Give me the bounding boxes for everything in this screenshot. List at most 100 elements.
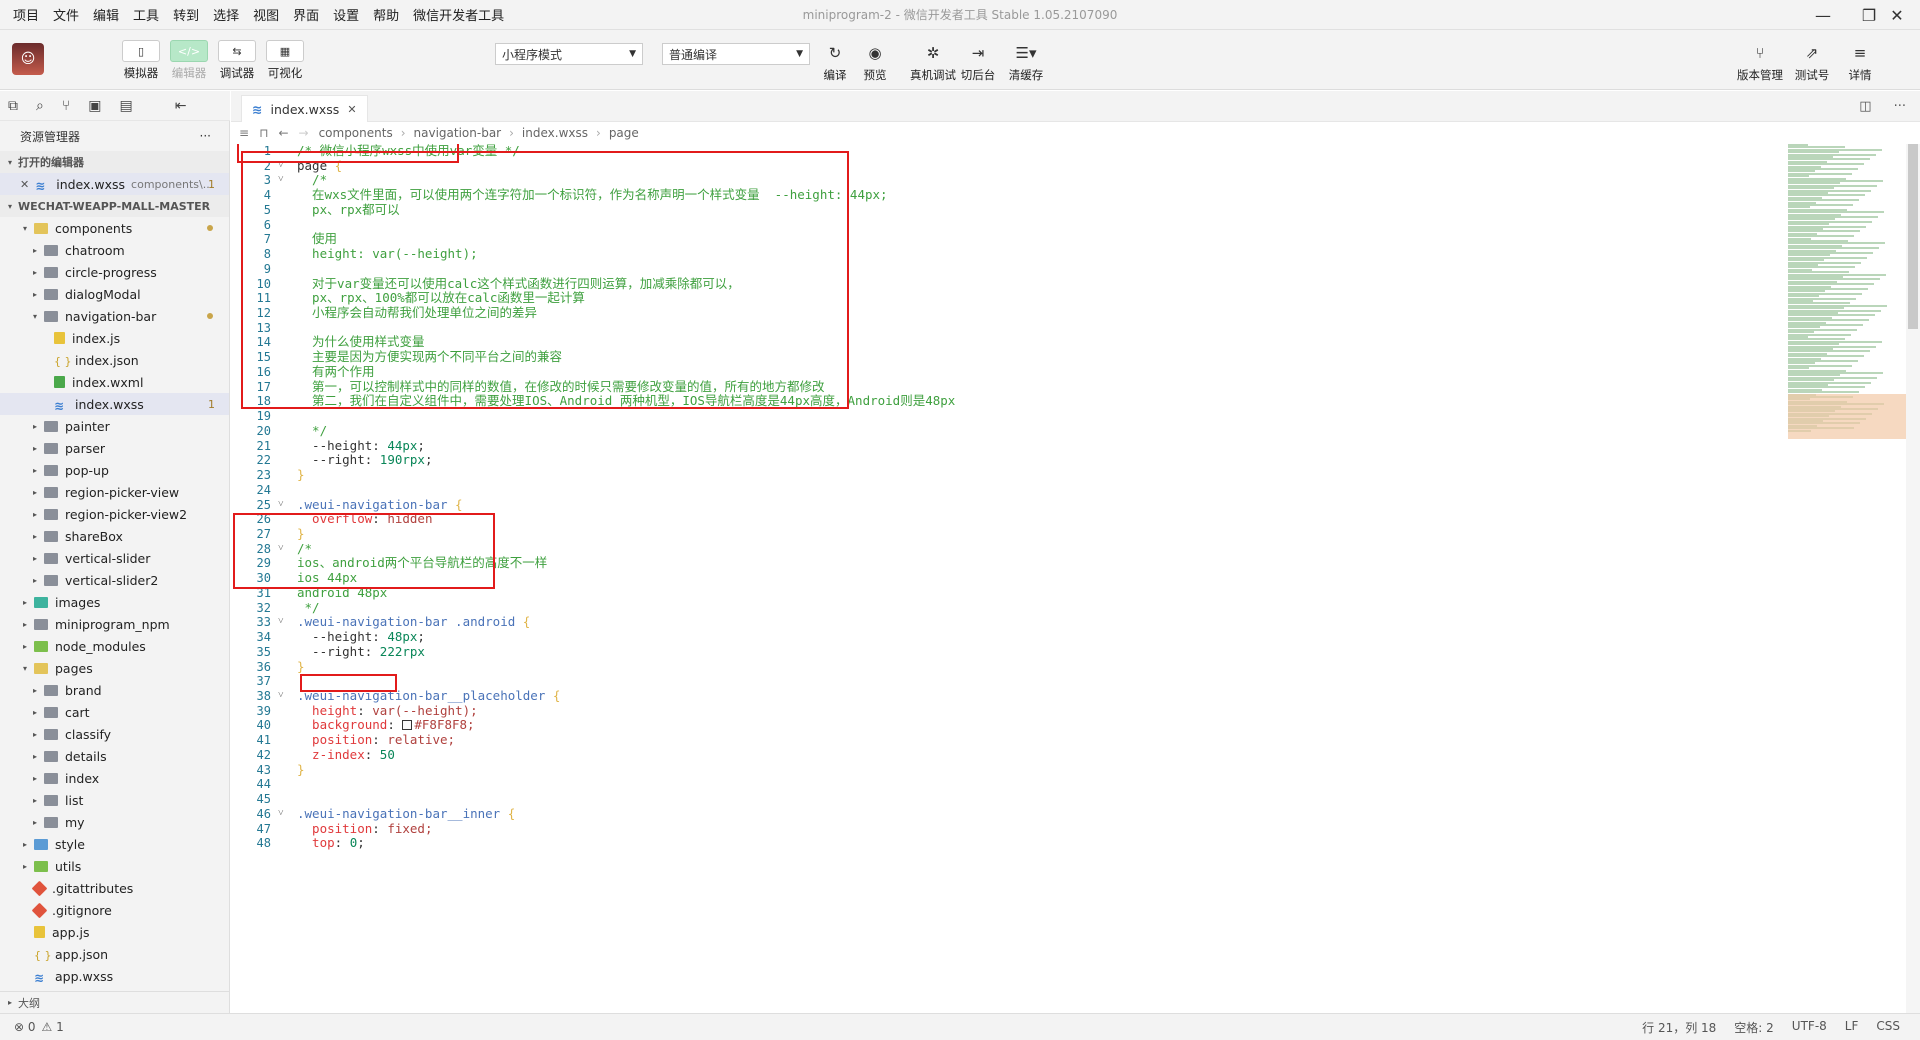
tree-item[interactable]: ▸ classify bbox=[0, 723, 229, 745]
tree-item[interactable]: ▸ vertical-slider2 bbox=[0, 569, 229, 591]
breadcrumb-item[interactable]: navigation-bar bbox=[414, 126, 502, 140]
tree-item[interactable]: ▸ chatroom bbox=[0, 239, 229, 261]
tree-item[interactable]: ▸ parser bbox=[0, 437, 229, 459]
cursor-position[interactable]: 行 21，列 18 bbox=[1642, 1019, 1716, 1036]
menu-item[interactable]: 文件 bbox=[46, 5, 86, 24]
close-icon[interactable]: ✕ bbox=[347, 103, 356, 116]
tree-item[interactable]: ▸ brand bbox=[0, 679, 229, 701]
tree-item[interactable]: ▾ pages bbox=[0, 657, 229, 679]
compile-button[interactable]: ↻ 编译 bbox=[813, 42, 857, 83]
back-icon[interactable]: ← bbox=[278, 126, 288, 140]
tree-item[interactable]: ▸ shareBox bbox=[0, 525, 229, 547]
chevron-right-icon: ▸ bbox=[32, 443, 37, 453]
menu-item[interactable]: 界面 bbox=[286, 5, 326, 24]
background-button[interactable]: ⇥ 切后台 bbox=[956, 42, 1000, 83]
tree-item[interactable]: index.js bbox=[0, 327, 229, 349]
menu-item[interactable]: 设置 bbox=[326, 5, 366, 24]
language-mode[interactable]: CSS bbox=[1876, 1019, 1900, 1036]
visual-button[interactable]: ▦ 可视化 bbox=[262, 40, 308, 81]
forward-icon[interactable]: → bbox=[299, 126, 309, 140]
tree-item[interactable]: ▸ utils bbox=[0, 855, 229, 877]
color-swatch-icon[interactable] bbox=[402, 720, 413, 731]
menu-item[interactable]: 编辑 bbox=[86, 5, 126, 24]
minimize-icon[interactable]: — bbox=[1800, 0, 1846, 30]
list-icon[interactable]: ≡ bbox=[239, 126, 249, 140]
more-icon[interactable]: ··· bbox=[1894, 99, 1906, 114]
tree-item[interactable]: ▸ miniprogram_npm bbox=[0, 613, 229, 635]
tree-item[interactable]: ▸ cart bbox=[0, 701, 229, 723]
tree-item[interactable]: ▸ style bbox=[0, 833, 229, 855]
tree-item[interactable]: ▸ region-picker-view bbox=[0, 481, 229, 503]
debugger-button[interactable]: ⇆ 调试器 bbox=[214, 40, 260, 81]
tree-item[interactable]: .gitattributes bbox=[0, 877, 229, 899]
breadcrumb-item[interactable]: components bbox=[319, 126, 393, 140]
tree-item[interactable]: index.wxml bbox=[0, 371, 229, 393]
extensions-icon[interactable]: ▣ bbox=[88, 98, 101, 114]
tree-item[interactable]: ▸ vertical-slider bbox=[0, 547, 229, 569]
layers-icon: ☰▾ bbox=[1015, 44, 1037, 62]
breadcrumb-item[interactable]: index.wxss bbox=[522, 126, 588, 140]
tree-item[interactable]: ▸ region-picker-view2 bbox=[0, 503, 229, 525]
compile-select[interactable]: 普通编译 ▼ bbox=[662, 43, 810, 65]
vertical-scrollbar[interactable] bbox=[1906, 144, 1920, 1013]
menu-item[interactable]: 工具 bbox=[126, 5, 166, 24]
tree-item[interactable]: ▾ navigation-bar bbox=[0, 305, 229, 327]
split-icon[interactable]: ⇤ bbox=[175, 98, 187, 114]
end-of-line[interactable]: LF bbox=[1845, 1019, 1859, 1036]
tree-item[interactable]: ▸ circle-progress bbox=[0, 261, 229, 283]
tree-item[interactable]: { } index.json bbox=[0, 349, 229, 371]
avatar[interactable]: ☺ bbox=[12, 43, 44, 75]
tree-item[interactable]: .gitignore bbox=[0, 899, 229, 921]
problems-indicator[interactable]: ⊗ 0 ⚠ 1 bbox=[14, 1020, 64, 1034]
open-editor-item[interactable]: ✕ ≋ index.wxss components\... 1 bbox=[0, 173, 229, 195]
simulator-button[interactable]: ▯ 模拟器 bbox=[118, 40, 164, 81]
tree-item[interactable]: ▸ painter bbox=[0, 415, 229, 437]
tree-item[interactable]: ▸ pop-up bbox=[0, 459, 229, 481]
close-window-icon[interactable]: ✕ bbox=[1874, 0, 1920, 30]
outline-section[interactable]: ▸ 大纲 bbox=[0, 991, 229, 1013]
tree-item[interactable]: ▸ node_modules bbox=[0, 635, 229, 657]
storage-icon[interactable]: ▤ bbox=[119, 98, 132, 114]
menu-item[interactable]: 微信开发者工具 bbox=[406, 5, 511, 24]
search-icon[interactable]: ⌕ bbox=[36, 98, 44, 114]
bookmark-icon[interactable]: ⊓ bbox=[259, 126, 268, 140]
more-icon[interactable]: ··· bbox=[200, 129, 211, 143]
source-control-icon[interactable]: ⑂ bbox=[62, 98, 70, 114]
version-mgmt-button[interactable]: ⑂ 版本管理 bbox=[1734, 42, 1786, 83]
open-editors-section[interactable]: ▾ 打开的编辑器 bbox=[0, 151, 229, 173]
tree-item[interactable]: ▸ my bbox=[0, 811, 229, 833]
indentation[interactable]: 空格: 2 bbox=[1734, 1019, 1774, 1036]
tree-item[interactable]: { } app.json bbox=[0, 943, 229, 965]
editor-button[interactable]: </> 编辑器 bbox=[166, 40, 212, 81]
files-icon[interactable]: ⧉ bbox=[8, 98, 18, 114]
clear-cache-button[interactable]: ☰▾ 清缓存 bbox=[1004, 42, 1048, 83]
menu-item[interactable]: 视图 bbox=[246, 5, 286, 24]
preview-button[interactable]: ◉ 预览 bbox=[853, 42, 897, 83]
close-icon[interactable]: ✕ bbox=[20, 178, 29, 191]
tree-item[interactable]: ▾ components bbox=[0, 217, 229, 239]
breadcrumb-item[interactable]: page bbox=[609, 126, 639, 140]
project-section[interactable]: ▾ WECHAT-WEAPP-MALL-MASTER bbox=[0, 195, 229, 217]
menu-item[interactable]: 转到 bbox=[166, 5, 206, 24]
tree-item[interactable]: ▸ dialogModal bbox=[0, 283, 229, 305]
tree-item[interactable]: ▸ list bbox=[0, 789, 229, 811]
tree-item[interactable]: ▸ index bbox=[0, 767, 229, 789]
tree-item[interactable]: app.js bbox=[0, 921, 229, 943]
menu-item[interactable]: 帮助 bbox=[366, 5, 406, 24]
remote-debug-button[interactable]: ✲ 真机调试 bbox=[905, 42, 961, 83]
test-account-button[interactable]: ⇗ 测试号 bbox=[1790, 42, 1834, 83]
scrollbar-thumb[interactable] bbox=[1908, 144, 1918, 329]
tree-item[interactable]: ≋ index.wxss 1 bbox=[0, 393, 229, 415]
menu-item[interactable]: 项目 bbox=[6, 5, 46, 24]
code-editor[interactable]: 1/* 微信小程序wxss中使用var变量 */2 ˅ page {3 ˅ /* 4 在… bbox=[231, 144, 1771, 1013]
split-editor-icon[interactable]: ◫ bbox=[1859, 99, 1871, 114]
tab-index-wxss[interactable]: ≋ index.wxss ✕ bbox=[241, 95, 368, 122]
minimap[interactable] bbox=[1788, 144, 1906, 444]
tree-item[interactable]: ≋ app.wxss bbox=[0, 965, 229, 987]
details-button[interactable]: ≡ 详情 bbox=[1838, 42, 1882, 83]
mode-select[interactable]: 小程序模式 ▼ bbox=[495, 43, 643, 65]
menu-item[interactable]: 选择 bbox=[206, 5, 246, 24]
tree-item[interactable]: ▸ details bbox=[0, 745, 229, 767]
tree-item[interactable]: ▸ images bbox=[0, 591, 229, 613]
encoding[interactable]: UTF-8 bbox=[1792, 1019, 1827, 1036]
